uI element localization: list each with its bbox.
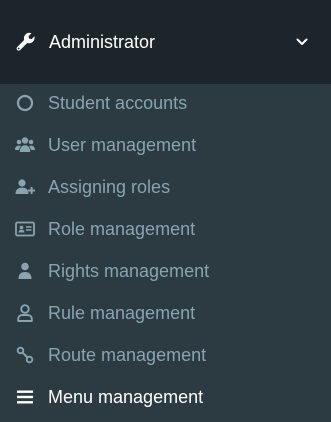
chevron-down-icon[interactable] [294, 34, 310, 50]
user-plus-icon [15, 177, 35, 197]
menu-item-label: Rights management [48, 260, 210, 281]
user-icon [15, 261, 35, 281]
sidebar-menu: Administrator Student accounts User mana… [0, 0, 331, 422]
route-icon [15, 345, 35, 365]
menu-item-label: Student accounts [48, 92, 188, 113]
circle-outline-icon [15, 93, 35, 113]
menu-item-menu-management[interactable]: Menu management [0, 376, 331, 418]
menu-item-label: Route management [48, 344, 207, 365]
menu-item-route-management[interactable]: Route management [0, 334, 331, 376]
id-card-icon [15, 219, 35, 239]
menu-item-assigning-roles[interactable]: Assigning roles [0, 166, 331, 208]
wrench-icon [15, 31, 37, 53]
user-outline-icon [15, 303, 35, 323]
menu-item-label: Menu management [48, 386, 204, 407]
menu-item-rights-management[interactable]: Rights management [0, 250, 331, 292]
menu-header-label: Administrator [49, 31, 156, 52]
menu-item-role-management[interactable]: Role management [0, 208, 331, 250]
users-icon [15, 135, 35, 155]
menu-item-label: Rule management [48, 302, 196, 323]
menu-header-administrator[interactable]: Administrator [0, 0, 331, 84]
menu-item-user-management[interactable]: User management [0, 124, 331, 166]
menu-item-label: Assigning roles [48, 176, 171, 197]
menu-item-student-accounts[interactable]: Student accounts [0, 82, 331, 124]
submenu-list: Student accounts User management Assigni… [0, 84, 331, 422]
menu-item-label: Role management [48, 218, 196, 239]
menu-item-rule-management[interactable]: Rule management [0, 292, 331, 334]
menu-item-label: User management [48, 134, 197, 155]
bars-icon [15, 387, 35, 407]
